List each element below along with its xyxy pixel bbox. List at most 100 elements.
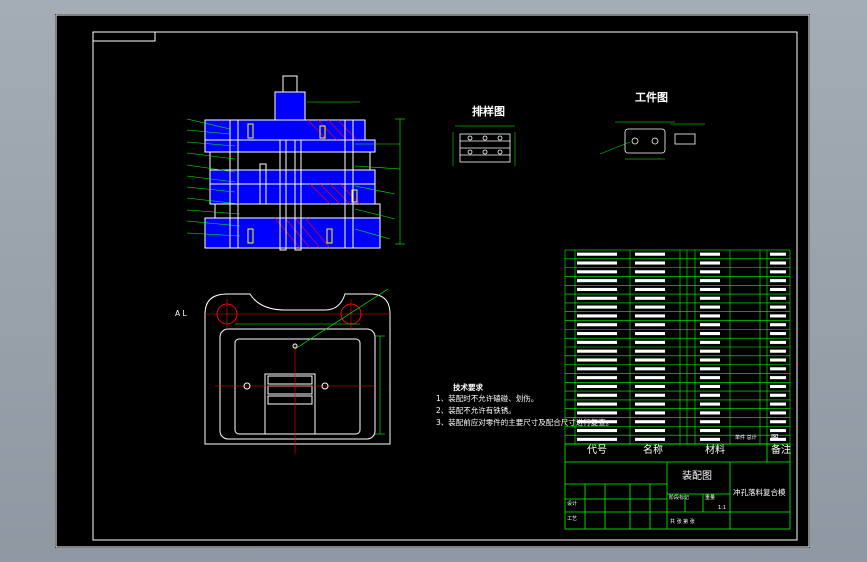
part-title: 冲孔落料复合模 (733, 488, 786, 497)
bom-name-cell (635, 402, 665, 406)
code-box (92, 31, 156, 42)
bom-name-cell (635, 340, 665, 344)
bom-name-header: 名称 (643, 445, 663, 456)
bom-remark-cell (770, 261, 786, 265)
tech-item-2: 2、装配不允许有铁锈。 (436, 406, 516, 415)
bom-weight-header: 单件 总计 (735, 435, 757, 441)
bom-code-cell (577, 332, 617, 336)
bom-material-cell (700, 384, 720, 389)
bom-remark-cell (770, 252, 786, 256)
bom-material-cell (700, 296, 720, 300)
bom-code-cell (577, 252, 617, 256)
bom-material-cell (700, 340, 720, 344)
bom-remark-cell (770, 340, 786, 344)
sheet-count: 共 张 第 张 (670, 519, 695, 525)
bom-name-cell (635, 393, 665, 397)
bom-material-cell (700, 305, 720, 309)
bom-name-cell (635, 279, 665, 283)
bom-code-cell (577, 393, 617, 397)
bom-remark-cell (770, 296, 786, 300)
bom-code-cell (577, 349, 617, 353)
bom-code-cell (577, 358, 617, 362)
assembly-drawing (55, 14, 810, 548)
lower-die-base (204, 217, 381, 249)
bom-remark-cell (770, 287, 786, 292)
bom-code-cell (577, 270, 617, 274)
bom-material-cell (700, 429, 720, 433)
section-label: A L (175, 309, 187, 318)
bom-remark-cell (770, 376, 786, 380)
bom-name-cell (635, 376, 665, 380)
bom-material-cell (700, 402, 720, 406)
bom-name-cell (635, 437, 665, 441)
bom-material-cell (700, 261, 720, 265)
lower-die-base-outline (204, 293, 391, 445)
bom-code-cell (577, 376, 617, 380)
bom-remark-cell (770, 429, 786, 433)
drawing-name: 装配图 (682, 471, 712, 482)
bom-remark-cell (770, 393, 786, 397)
bom-material-cell (700, 420, 720, 424)
cad-viewport[interactable]: 排样图 工件图 A L 技术要求 1、装配时不允许磕碰、划伤。 2、装配不允许有… (0, 0, 867, 562)
bom-remark-cell (770, 332, 786, 336)
inner-frame (92, 31, 798, 541)
bom-remark-header: 备注 (771, 445, 791, 456)
punch-fixing-plate (209, 151, 371, 171)
bom-material-cell (700, 358, 720, 362)
drawing-sheet: 排样图 工件图 A L 技术要求 1、装配时不允许磕碰、划伤。 2、装配不允许有… (55, 14, 810, 548)
bom-table (564, 249, 791, 445)
bom-code-cell (577, 296, 617, 300)
bom-material-header: 材料 (705, 445, 725, 456)
lower-fixing-plate (214, 203, 381, 219)
bom-code-cell (577, 429, 617, 433)
bom-code-cell (577, 314, 617, 318)
bom-remark-cell (770, 420, 786, 424)
bom-name-cell (635, 270, 665, 274)
bom-material-cell (700, 376, 720, 380)
bom-remark-cell (770, 367, 786, 371)
bom-name-cell (635, 305, 665, 309)
bom-code-cell (577, 384, 617, 389)
designer-label: 设计 (567, 501, 578, 507)
bom-material-cell (700, 287, 720, 292)
punch-holder-top (274, 91, 306, 121)
bom-name-cell (635, 314, 665, 318)
process-label: 工艺 (567, 516, 578, 522)
bom-material-cell (700, 270, 720, 274)
bom-code-cell (577, 367, 617, 371)
bom-material-cell (700, 411, 720, 415)
bom-code-cell (577, 411, 617, 415)
bom-name-cell (635, 358, 665, 362)
bom-name-cell (635, 323, 665, 327)
plan-view (204, 288, 391, 454)
bom-code-cell (577, 261, 617, 265)
bom-name-cell (635, 287, 665, 292)
stage-label: 阶段标记 (669, 495, 690, 501)
workpiece-title: 工件图 (635, 91, 668, 104)
bom-material-cell (700, 367, 720, 371)
bom-code-header: 代号 (587, 445, 607, 456)
bom-remark-cell (770, 402, 786, 406)
bom-code-cell (577, 437, 617, 441)
bom-material-cell (700, 314, 720, 318)
tech-item-3: 3、装配前应对零件的主要尺寸及配合尺寸进行复查。 (436, 418, 614, 427)
bom-remark-cell (770, 349, 786, 353)
bom-code-cell (577, 402, 617, 406)
bom-material-cell (700, 332, 720, 336)
workpiece-drawing (599, 121, 705, 160)
bom-name-cell (635, 420, 665, 424)
bom-remark-cell (770, 270, 786, 274)
strip-layout (452, 125, 516, 166)
outer-frame (55, 14, 810, 548)
bom-remark-cell (770, 279, 786, 283)
bom-remark-cell (770, 384, 786, 389)
bom-name-cell (635, 349, 665, 353)
bom-name-cell (635, 429, 665, 433)
bom-material-cell (700, 279, 720, 283)
bom-material-cell (700, 323, 720, 327)
section-view (186, 75, 405, 251)
bom-code-cell (577, 323, 617, 327)
bom-code-cell (577, 340, 617, 344)
scale-value: 1:1 (718, 505, 727, 511)
tech-item-1: 1、装配时不允许磕碰、划伤。 (436, 394, 539, 403)
